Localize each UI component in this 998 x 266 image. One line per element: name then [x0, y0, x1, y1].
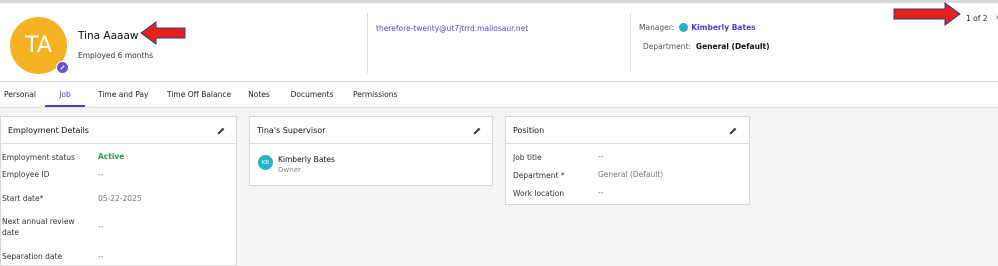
manager-link[interactable]: Kimberly Bates	[691, 23, 755, 32]
row-value: --	[98, 222, 104, 231]
row-label: Job title	[513, 153, 542, 162]
tab-documents[interactable]: Documents	[290, 83, 334, 107]
employee-name: Tina Aaaaw	[78, 30, 139, 42]
row-label: Employee ID	[2, 170, 50, 179]
row-value: General (Default)	[598, 170, 664, 179]
employee-pager: 1 of 2 ›	[966, 13, 998, 23]
tab-permissions[interactable]: Permissions	[353, 83, 397, 107]
row-label: Employment status	[2, 153, 75, 162]
row-label: Department *	[513, 171, 565, 180]
annotation-arrow-right-icon	[893, 2, 961, 26]
manager-label: Manager:	[639, 23, 675, 32]
header-divider	[367, 13, 368, 73]
row-label: Start date*	[2, 194, 44, 203]
department-row: Department: General (Default)	[643, 42, 770, 51]
edit-avatar-button[interactable]	[56, 61, 69, 74]
supervisor-role: Owner	[278, 166, 301, 174]
edit-pencil-icon[interactable]	[728, 126, 738, 136]
pencil-icon	[60, 65, 65, 70]
department-value: General (Default)	[695, 42, 770, 51]
row-value: --	[598, 152, 604, 161]
row-value: --	[98, 252, 104, 261]
row-value: --	[98, 170, 104, 179]
card-header: Position	[506, 117, 749, 144]
tab-notes[interactable]: Notes	[248, 83, 270, 107]
employee-email-link[interactable]: therefore-twenty@ut7jtrrd.mailosaur.net	[376, 24, 528, 33]
tab-time-off-balance[interactable]: Time Off Balance	[167, 83, 231, 107]
edit-pencil-icon[interactable]	[216, 126, 226, 136]
department-label: Department:	[643, 42, 691, 51]
employee-tenure: Employed 6 months	[78, 51, 154, 60]
row-label: Next annual review date	[2, 217, 75, 237]
row-value: --	[598, 188, 604, 197]
manager-row: Manager: Kimberly Bates	[639, 23, 756, 32]
status-badge: Active	[98, 152, 125, 161]
edit-pencil-icon[interactable]	[472, 126, 482, 136]
tab-time-and-pay[interactable]: Time and Pay	[98, 83, 148, 107]
tab-job[interactable]: Job	[45, 83, 85, 107]
card-header: Employment Details	[1, 117, 236, 144]
supervisor-card: Tina's Supervisor KB Kimberly Bates Owne…	[249, 116, 493, 186]
supervisor-initials: KB	[261, 159, 270, 166]
header-divider	[630, 13, 631, 73]
position-card: Position Job title -- Department * Gener…	[505, 116, 750, 205]
supervisor-avatar: KB	[258, 155, 273, 170]
row-label: Work location	[513, 189, 565, 198]
row-label: Separation date	[2, 252, 63, 261]
card-title: Employment Details	[8, 126, 89, 135]
row-value: 05-22-2025	[98, 194, 142, 203]
pager-text: 1 of 2	[966, 13, 988, 23]
card-title: Tina's Supervisor	[257, 126, 326, 135]
annotation-arrow-left-icon	[140, 21, 186, 45]
supervisor-name[interactable]: Kimberly Bates	[278, 155, 335, 164]
tab-personal[interactable]: Personal	[4, 83, 36, 107]
card-title: Position	[513, 126, 545, 135]
card-header: Tina's Supervisor	[250, 117, 492, 144]
employment-details-card: Employment Details Employment status Act…	[0, 116, 237, 266]
profile-tabs: Personal Job Time and Pay Time Off Balan…	[0, 83, 998, 108]
avatar-initials: TA	[25, 33, 52, 58]
manager-avatar-icon	[679, 23, 689, 32]
